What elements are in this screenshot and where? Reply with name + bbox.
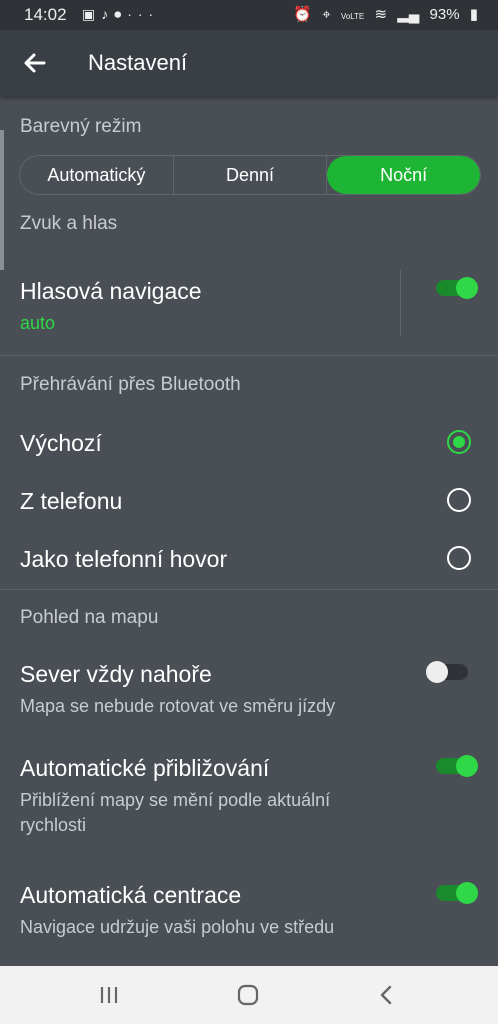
bluetooth-option-phone[interactable]: Z telefonu bbox=[20, 488, 122, 515]
app-bar: Nastavení bbox=[0, 30, 498, 96]
location-icon: ⌖ bbox=[322, 6, 331, 23]
back-arrow-icon[interactable] bbox=[18, 46, 52, 80]
scroll-indicator bbox=[0, 130, 4, 270]
radio-phone[interactable] bbox=[447, 488, 471, 512]
alarm-icon: ⏰ bbox=[293, 6, 313, 23]
bluetooth-option-default[interactable]: Výchozí bbox=[20, 430, 102, 457]
recents-icon[interactable] bbox=[96, 982, 122, 1008]
auto-zoom-toggle[interactable] bbox=[436, 755, 478, 777]
divider bbox=[0, 589, 498, 590]
color-mode-night[interactable]: Noční bbox=[327, 156, 480, 194]
status-time: 14:02 bbox=[24, 5, 67, 24]
auto-zoom-title[interactable]: Automatické přibližování bbox=[20, 755, 269, 782]
auto-center-toggle[interactable] bbox=[436, 882, 478, 904]
back-nav-icon[interactable] bbox=[374, 982, 400, 1008]
auto-zoom-description-1: Přiblížení mapy se mění podle aktuální bbox=[20, 790, 331, 810]
auto-zoom-description-2: rychlosti bbox=[20, 815, 87, 835]
more-icon: ··· bbox=[127, 6, 160, 22]
north-up-description: Mapa se nebude rotovat ve směru jízdy bbox=[20, 696, 336, 716]
north-up-title[interactable]: Sever vždy nahoře bbox=[20, 661, 212, 688]
section-bluetooth: Přehrávání přes Bluetooth bbox=[20, 374, 241, 395]
color-mode-day[interactable]: Denní bbox=[174, 156, 328, 194]
radio-call[interactable] bbox=[447, 546, 471, 570]
music-icon: ♪ bbox=[101, 6, 115, 22]
status-bar: 14:02 ▣♪⏺··· ⏰ ⌖ VoLTE ≋ ▂▄ 93% ▮ bbox=[0, 0, 498, 30]
auto-center-title[interactable]: Automatická centrace bbox=[20, 882, 241, 909]
section-sound: Zvuk a hlas bbox=[20, 213, 118, 234]
system-nav-bar bbox=[0, 966, 498, 1024]
page-title: Nastavení bbox=[88, 50, 188, 75]
mic-icon: ⏺ bbox=[114, 6, 128, 22]
divider bbox=[0, 355, 498, 356]
color-mode-automatic[interactable]: Automatický bbox=[20, 156, 174, 194]
battery-icon: ▮ bbox=[469, 6, 478, 23]
bluetooth-option-call[interactable]: Jako telefonní hovor bbox=[20, 546, 227, 573]
home-icon[interactable] bbox=[235, 982, 261, 1008]
volte-icon: VoLTE bbox=[340, 12, 365, 21]
voice-navigation-toggle[interactable] bbox=[436, 277, 478, 299]
voice-navigation-value: auto bbox=[20, 313, 56, 333]
section-map-view: Pohled na mapu bbox=[20, 607, 159, 628]
status-left-icons: ▣♪⏺··· bbox=[82, 6, 159, 23]
voice-navigation-title[interactable]: Hlasová navigace bbox=[20, 278, 202, 305]
battery-level: 93% bbox=[429, 6, 460, 23]
north-up-toggle[interactable] bbox=[426, 661, 470, 683]
section-color-mode: Barevný režim bbox=[20, 116, 142, 137]
vertical-divider bbox=[400, 270, 401, 336]
radio-default[interactable] bbox=[447, 430, 471, 454]
status-right-icons: ⏰ ⌖ VoLTE ≋ ▂▄ 93% ▮ bbox=[287, 5, 478, 23]
wifi-icon: ≋ bbox=[374, 6, 388, 23]
color-mode-selector: Automatický Denní Noční bbox=[19, 155, 481, 195]
image-icon: ▣ bbox=[82, 6, 102, 22]
auto-center-description: Navigace udržuje vaši polohu ve středu bbox=[20, 917, 335, 937]
signal-icon: ▂▄ bbox=[397, 6, 420, 23]
